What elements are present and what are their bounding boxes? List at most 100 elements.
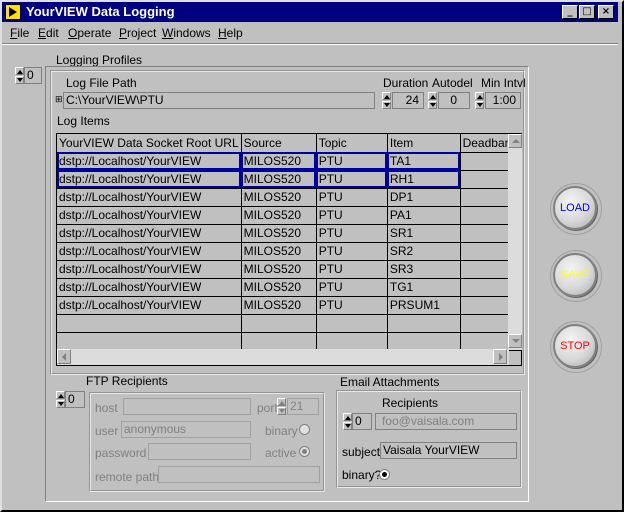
table-row[interactable]: dstp://Localhost/YourVIEW MILOS520 PTU DP1	[57, 188, 522, 207]
cell-source[interactable]: MILOS520	[241, 242, 317, 261]
minimize-button[interactable]: _	[562, 5, 578, 19]
cell-topic[interactable]: PTU	[316, 224, 388, 243]
ftp-password-field[interactable]	[148, 443, 251, 460]
log-file-path-field[interactable]: C:\YourVIEW\PTU	[63, 92, 375, 109]
cell-source[interactable]	[241, 332, 317, 351]
cell-source[interactable]: MILOS520	[241, 170, 317, 189]
cell-item[interactable]	[387, 332, 461, 351]
save-button[interactable]: SAVE	[550, 250, 602, 302]
email-recipient-field[interactable]: foo@vaisala.com	[375, 413, 517, 430]
cell-item[interactable]: SR2	[387, 242, 461, 261]
column-header-item[interactable]: Item	[387, 134, 461, 153]
table-row[interactable]: dstp://Localhost/YourVIEW MILOS520 PTU PA1	[57, 206, 522, 225]
cell-topic[interactable]: PTU	[316, 206, 388, 225]
profile-index-stepper[interactable]	[15, 67, 24, 84]
cell-item[interactable]	[387, 314, 461, 333]
duration-stepper[interactable]	[382, 92, 391, 109]
cell-source[interactable]: MILOS520	[241, 224, 317, 243]
ftp-index-stepper[interactable]	[56, 391, 65, 408]
email-index-field[interactable]: 0	[352, 413, 372, 430]
cell-topic[interactable]: PTU	[316, 242, 388, 261]
cell-item[interactable]: PA1	[387, 206, 461, 225]
cell-topic[interactable]: PTU	[316, 152, 388, 171]
cell-source[interactable]: MILOS520	[241, 188, 317, 207]
column-header-url[interactable]: YourVIEW Data Socket Root URL	[57, 134, 242, 153]
min-intvl-field[interactable]: 1:00	[485, 92, 521, 109]
cell-topic[interactable]: PTU	[316, 188, 388, 207]
cell-source[interactable]: MILOS520	[241, 260, 317, 279]
table-row[interactable]: dstp://Localhost/YourVIEW MILOS520 PTU SR1	[57, 224, 522, 243]
cell-url[interactable]: dstp://Localhost/YourVIEW	[57, 296, 242, 315]
email-index-stepper[interactable]	[343, 413, 352, 430]
table-row[interactable]: dstp://Localhost/YourVIEW MILOS520 PTU TA1	[57, 152, 522, 171]
stepper-up-icon[interactable]	[277, 398, 286, 406]
cell-item[interactable]: TA1	[387, 152, 461, 171]
table-row[interactable]	[57, 332, 522, 351]
cell-item[interactable]: TG1	[387, 278, 461, 297]
duration-field[interactable]: 24	[392, 92, 424, 109]
ftp-port-field[interactable]: 21	[287, 398, 319, 415]
cell-topic[interactable]: PTU	[316, 260, 388, 279]
stepper-up-icon[interactable]	[428, 92, 437, 100]
table-row[interactable]: dstp://Localhost/YourVIEW MILOS520 PTU RH1	[57, 170, 522, 189]
ftp-host-field[interactable]	[123, 398, 251, 415]
ftp-user-field[interactable]: anonymous	[121, 421, 251, 438]
maximize-button[interactable]: □	[579, 5, 595, 19]
stepper-down-icon[interactable]	[382, 101, 391, 109]
scroll-down-icon[interactable]	[508, 334, 522, 348]
cell-topic[interactable]: PTU	[316, 296, 388, 315]
cell-url[interactable]: dstp://Localhost/YourVIEW	[57, 260, 242, 279]
ftp-active-radio[interactable]	[299, 446, 310, 457]
cell-url[interactable]	[57, 332, 242, 351]
table-row[interactable]	[57, 314, 522, 333]
cell-url[interactable]: dstp://Localhost/YourVIEW	[57, 152, 242, 171]
scroll-left-icon[interactable]	[57, 349, 71, 364]
cell-url[interactable]: dstp://Localhost/YourVIEW	[57, 188, 242, 207]
cell-topic[interactable]: PTU	[316, 278, 388, 297]
cell-url[interactable]: dstp://Localhost/YourVIEW	[57, 170, 242, 189]
menu-project[interactable]: Project	[119, 26, 156, 41]
autodel-stepper[interactable]	[428, 92, 437, 109]
profile-index-field[interactable]: 0	[24, 67, 42, 84]
menu-windows[interactable]: Windows	[162, 26, 211, 41]
stepper-down-icon[interactable]	[277, 407, 286, 415]
stepper-up-icon[interactable]	[475, 92, 484, 100]
cell-source[interactable]: MILOS520	[241, 152, 317, 171]
ftp-port-stepper[interactable]	[277, 398, 286, 415]
stepper-down-icon[interactable]	[475, 101, 484, 109]
cell-topic[interactable]	[316, 314, 388, 333]
table-row[interactable]: dstp://Localhost/YourVIEW MILOS520 PTU TG1	[57, 278, 522, 297]
cell-item[interactable]: RH1	[387, 170, 461, 189]
stepper-up-icon[interactable]	[382, 92, 391, 100]
ftp-index-field[interactable]: 0	[65, 391, 85, 408]
cell-source[interactable]: MILOS520	[241, 278, 317, 297]
email-binary-radio[interactable]	[379, 469, 390, 480]
load-button[interactable]: LOAD	[550, 183, 602, 235]
menu-help[interactable]: Help	[218, 26, 243, 41]
scroll-up-icon[interactable]	[508, 134, 522, 148]
ftp-remote-path-field[interactable]	[158, 466, 320, 483]
table-row[interactable]: dstp://Localhost/YourVIEW MILOS520 PTU SR2	[57, 242, 522, 261]
autodel-field[interactable]: 0	[438, 92, 470, 109]
cell-topic[interactable]: PTU	[316, 170, 388, 189]
stepper-up-icon[interactable]	[56, 391, 65, 399]
column-header-source[interactable]: Source	[241, 134, 317, 153]
cell-source[interactable]: MILOS520	[241, 206, 317, 225]
title-bar[interactable]: YourVIEW Data Logging _ □ ×	[2, 2, 618, 22]
stepper-down-icon[interactable]	[15, 76, 24, 84]
cell-url[interactable]	[57, 314, 242, 333]
menu-operate[interactable]: Operate	[68, 26, 111, 41]
cell-item[interactable]: PRSUM1	[387, 296, 461, 315]
cell-item[interactable]: SR1	[387, 224, 461, 243]
stepper-up-icon[interactable]	[343, 413, 352, 421]
stepper-down-icon[interactable]	[428, 101, 437, 109]
table-row[interactable]: dstp://Localhost/YourVIEW MILOS520 PTU SR3	[57, 260, 522, 279]
stop-button[interactable]: STOP	[550, 321, 602, 373]
cell-item[interactable]: DP1	[387, 188, 461, 207]
stepper-down-icon[interactable]	[343, 422, 352, 430]
cell-item[interactable]: SR3	[387, 260, 461, 279]
scroll-right-icon[interactable]	[493, 349, 507, 364]
cell-url[interactable]: dstp://Localhost/YourVIEW	[57, 278, 242, 297]
table-vertical-scrollbar[interactable]	[508, 134, 522, 350]
table-row[interactable]: dstp://Localhost/YourVIEW MILOS520 PTU PRSU…	[57, 296, 522, 315]
